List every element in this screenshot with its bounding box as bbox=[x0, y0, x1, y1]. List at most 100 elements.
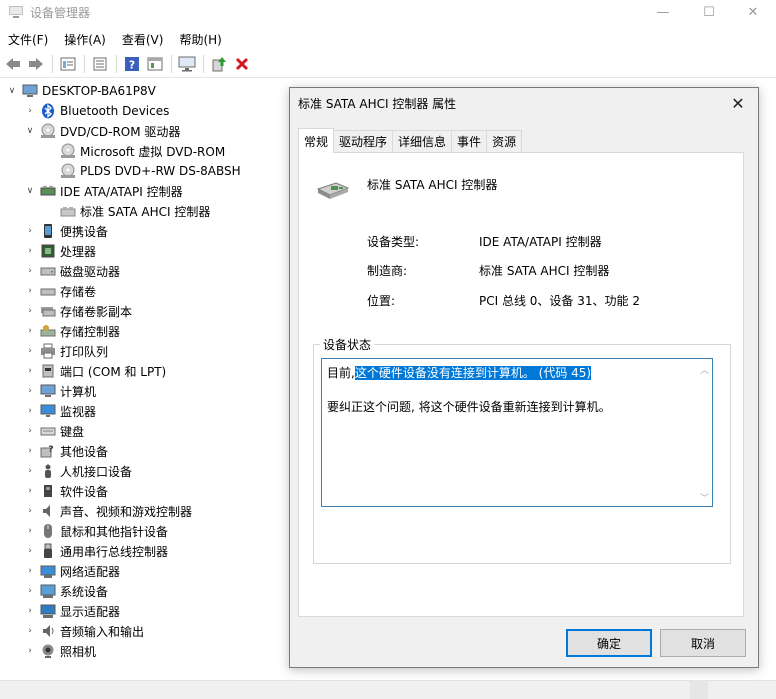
cancel-button[interactable]: 取消 bbox=[660, 629, 746, 657]
tree-item-label: 端口 (COM 和 LPT) bbox=[60, 364, 167, 379]
tree-item-network[interactable]: › 网络适配器 bbox=[24, 561, 120, 581]
tree-item-shadow-copy[interactable]: › 存储卷影副本 bbox=[24, 301, 132, 321]
ok-button[interactable]: 确定 bbox=[566, 629, 652, 657]
tree-item-portable[interactable]: › 便携设备 bbox=[24, 221, 108, 241]
chevron-down-icon[interactable]: ∨ bbox=[24, 125, 36, 137]
chevron-right-icon[interactable]: › bbox=[24, 105, 36, 117]
tree-item-dvd[interactable]: ∨ DVD/CD-ROM 驱动器 bbox=[24, 121, 180, 141]
tree-item-ide[interactable]: ∨ IDE ATA/ATAPI 控制器 bbox=[24, 181, 183, 201]
chevron-right-icon[interactable]: › bbox=[24, 645, 36, 657]
chevron-right-icon[interactable]: › bbox=[24, 625, 36, 637]
tree-item-label: 存储卷影副本 bbox=[60, 304, 133, 319]
tree-item-sata-ahci[interactable]: 标准 SATA AHCI 控制器 bbox=[60, 201, 210, 221]
tree-item-label: 其他设备 bbox=[60, 444, 109, 459]
status-line: 目前,这个硬件设备没有连接到计算机。 (代码 45) bbox=[327, 364, 592, 381]
chevron-right-icon[interactable]: › bbox=[24, 545, 36, 557]
tree-item-mouse[interactable]: › 鼠标和其他指针设备 bbox=[24, 521, 168, 541]
tree-item-storage-controller[interactable]: › 存储控制器 bbox=[24, 321, 120, 341]
device-manager-icon bbox=[8, 5, 24, 19]
monitor-icon bbox=[40, 403, 56, 419]
chevron-right-icon[interactable]: › bbox=[24, 365, 36, 377]
tree-item-print-queue[interactable]: › 打印队列 bbox=[24, 341, 108, 361]
disc-drive-icon bbox=[60, 163, 76, 179]
scroll-down-icon[interactable]: ﹀ bbox=[700, 491, 709, 504]
uninstall-icon[interactable] bbox=[231, 53, 253, 75]
portable-device-icon bbox=[40, 223, 56, 239]
tree-item-software[interactable]: › 软件设备 bbox=[24, 481, 108, 501]
manufacturer-label: 制造商: bbox=[367, 264, 408, 278]
menu-help[interactable]: 帮助(H) bbox=[171, 28, 229, 50]
tree-item-bluetooth[interactable]: › Bluetooth Devices bbox=[24, 101, 169, 121]
update-driver-icon[interactable] bbox=[208, 53, 230, 75]
chevron-right-icon[interactable]: › bbox=[24, 305, 36, 317]
chevron-down-icon[interactable]: ∨ bbox=[6, 85, 18, 97]
mouse-icon bbox=[40, 523, 56, 539]
menu-view[interactable]: 查看(V) bbox=[114, 28, 172, 50]
toolbar-separator bbox=[171, 54, 172, 73]
tree-item-other[interactable]: › ? 其他设备 bbox=[24, 441, 108, 461]
chevron-right-icon[interactable]: › bbox=[24, 405, 36, 417]
tree-item-processor[interactable]: › 处理器 bbox=[24, 241, 96, 261]
tree-item-dvd-rom[interactable]: Microsoft 虚拟 DVD-ROM bbox=[60, 141, 225, 161]
chevron-right-icon[interactable]: › bbox=[24, 525, 36, 537]
close-icon[interactable]: ✕ bbox=[718, 88, 758, 118]
tree-item-dvd-rw[interactable]: PLDS DVD+-RW DS-8ABSH bbox=[60, 161, 241, 181]
tree-item-sound[interactable]: › 声音、视频和游戏控制器 bbox=[24, 501, 192, 521]
manufacturer-value: 标准 SATA AHCI 控制器 bbox=[479, 264, 610, 278]
tree-item-storage-volume[interactable]: › 存储卷 bbox=[24, 281, 96, 301]
chevron-right-icon[interactable]: › bbox=[24, 605, 36, 617]
properties-icon[interactable] bbox=[57, 53, 79, 75]
tab-details[interactable]: 详细信息 bbox=[392, 130, 453, 152]
chevron-right-icon[interactable]: › bbox=[24, 285, 36, 297]
window-title: 设备管理器 bbox=[30, 6, 91, 20]
back-icon[interactable] bbox=[2, 53, 24, 75]
camera-icon bbox=[40, 643, 56, 659]
tree-item-computer[interactable]: › 计算机 bbox=[24, 381, 96, 401]
chevron-right-icon[interactable]: › bbox=[24, 385, 36, 397]
show-hidden-icon[interactable] bbox=[144, 53, 166, 75]
chevron-right-icon[interactable]: › bbox=[24, 265, 36, 277]
tree-item-ports[interactable]: › 端口 (COM 和 LPT) bbox=[24, 361, 166, 381]
chevron-right-icon[interactable]: › bbox=[24, 585, 36, 597]
chevron-right-icon[interactable]: › bbox=[24, 445, 36, 457]
tree-item-system[interactable]: › 系统设备 bbox=[24, 581, 108, 601]
tree-item-camera[interactable]: › 照相机 bbox=[24, 641, 96, 661]
tab-resources[interactable]: 资源 bbox=[486, 130, 523, 152]
tree-item-monitor[interactable]: › 监视器 bbox=[24, 401, 96, 421]
network-adapter-icon bbox=[40, 563, 56, 579]
chevron-right-icon[interactable]: › bbox=[24, 565, 36, 577]
status-scrollbar[interactable]: ︿ ﹀ bbox=[696, 359, 712, 506]
minimize-button[interactable]: — bbox=[640, 0, 686, 24]
tree-item-keyboard[interactable]: › 键盘 bbox=[24, 421, 84, 441]
help-icon[interactable]: ? bbox=[121, 53, 143, 75]
chevron-right-icon[interactable]: › bbox=[24, 325, 36, 337]
tree-item-hid[interactable]: › 人机接口设备 bbox=[24, 461, 132, 481]
device-status-textbox[interactable]: 目前,这个硬件设备没有连接到计算机。 (代码 45) 要纠正这个问题, 将这个硬… bbox=[321, 358, 713, 507]
menu-action[interactable]: 操作(A) bbox=[56, 28, 114, 50]
forward-icon[interactable] bbox=[25, 53, 47, 75]
scan-hardware-icon[interactable] bbox=[176, 53, 198, 75]
tab-driver[interactable]: 驱动程序 bbox=[333, 130, 394, 152]
tree-item-disk[interactable]: › 磁盘驱动器 bbox=[24, 261, 120, 281]
chevron-right-icon[interactable]: › bbox=[24, 345, 36, 357]
tree-item-usb[interactable]: › 通用串行总线控制器 bbox=[24, 541, 168, 561]
chevron-right-icon[interactable]: › bbox=[24, 245, 36, 257]
maximize-button[interactable]: ☐ bbox=[686, 0, 732, 24]
scroll-up-icon[interactable]: ︿ bbox=[700, 363, 709, 376]
tree-item-label: 打印队列 bbox=[60, 344, 109, 359]
tree-root[interactable]: ∨ DESKTOP-BA61P8V bbox=[6, 81, 156, 101]
details-icon[interactable] bbox=[89, 53, 111, 75]
tree-item-audio-io[interactable]: › 音频输入和输出 bbox=[24, 621, 144, 641]
storage-volume-icon bbox=[40, 283, 56, 299]
chevron-right-icon[interactable]: › bbox=[24, 465, 36, 477]
close-button[interactable]: ✕ bbox=[730, 0, 776, 24]
menu-file[interactable]: 文件(F) bbox=[0, 28, 56, 50]
tree-item-display[interactable]: › 显示适配器 bbox=[24, 601, 120, 621]
chevron-right-icon[interactable]: › bbox=[24, 505, 36, 517]
chevron-down-icon[interactable]: ∨ bbox=[24, 185, 36, 197]
chevron-right-icon[interactable]: › bbox=[24, 225, 36, 237]
chevron-right-icon[interactable]: › bbox=[24, 485, 36, 497]
tab-events[interactable]: 事件 bbox=[451, 130, 488, 152]
tab-general[interactable]: 常规 bbox=[298, 128, 335, 153]
chevron-right-icon[interactable]: › bbox=[24, 425, 36, 437]
